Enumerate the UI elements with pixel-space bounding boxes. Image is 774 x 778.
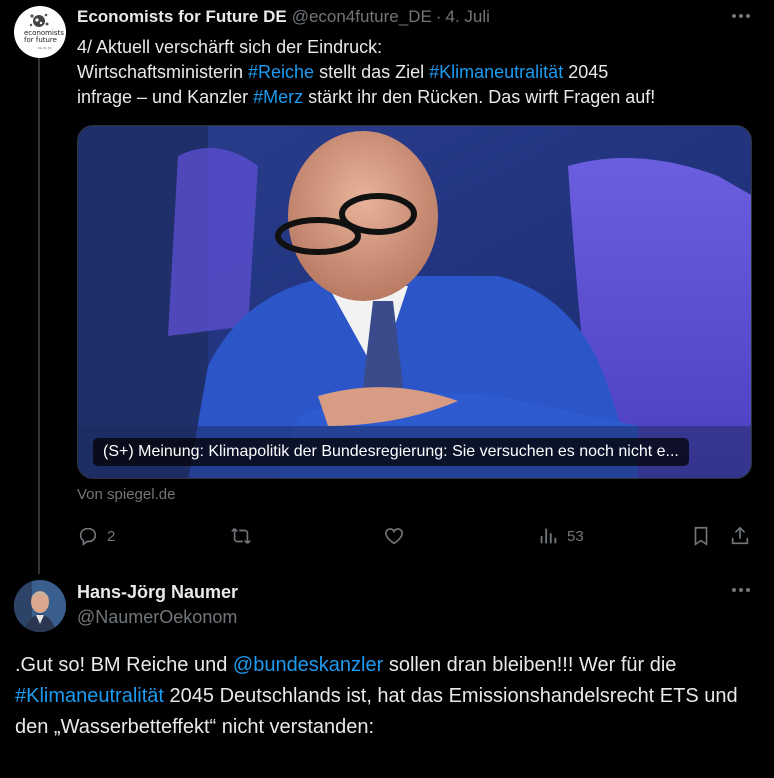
reply-button[interactable]: 2 <box>77 523 115 549</box>
reply-icon <box>79 527 97 546</box>
share-icon <box>731 526 749 545</box>
politician-photo <box>78 126 751 478</box>
tweet-text: .Gut so! BM Reiche und @bundeskanzler so… <box>15 650 760 743</box>
views-count: 53 <box>567 527 584 545</box>
more-options-icon[interactable] <box>729 6 753 26</box>
link-card-image[interactable]: (S+) Meinung: Klimapolitik der Bundesreg… <box>77 125 752 479</box>
link-source[interactable]: Von spiegel.de <box>77 486 175 503</box>
like-button[interactable] <box>383 523 413 549</box>
views-button[interactable]: 53 <box>537 523 584 549</box>
tweet-text-segment: sollen dran bleiben!!! Wer für die <box>383 654 677 676</box>
tweet-text-segment: stellt das Ziel <box>314 62 430 82</box>
tweet-text-segment: Wirtschaftsministerin <box>77 62 249 82</box>
mention-link[interactable]: @bundeskanzler <box>233 654 383 676</box>
avatar-logo-small-text: DE 2C 4S <box>38 46 52 50</box>
globe-dots-icon <box>29 13 49 27</box>
more-options-icon[interactable] <box>729 580 753 600</box>
hashtag-link[interactable]: #Klimaneutralität <box>429 62 563 82</box>
tweet-text-segment: stärkt ihr den Rücken. Das wirft Fragen … <box>303 87 656 107</box>
author-name[interactable]: Economists for Future DE <box>77 7 287 27</box>
tweet-actions-bar: 2 53 <box>77 523 757 549</box>
bookmark-button[interactable] <box>690 523 712 549</box>
heart-icon <box>384 528 404 545</box>
author-handle[interactable]: @econ4future_DE <box>292 7 432 27</box>
profile-photo <box>14 580 66 632</box>
tweet-text-segment: infrage – und Kanzler <box>77 87 254 107</box>
tweet-header: Economists for Future DE @econ4future_DE… <box>77 6 490 28</box>
author-name[interactable]: Hans-Jörg Naumer <box>77 582 238 603</box>
thread-connector-line <box>38 58 40 574</box>
header-separator: · <box>435 7 442 26</box>
bookmark-icon <box>694 526 708 546</box>
tweet-economists-for-future[interactable]: economists for future DE 2C 4S Economist… <box>0 0 774 575</box>
tweet-text-line: 4/ Aktuell verschärft sich der Eindruck: <box>77 37 383 57</box>
tweet-text-segment: 2045 <box>563 62 609 82</box>
share-button[interactable] <box>729 523 751 549</box>
retweet-icon <box>231 528 251 544</box>
tweet-text: 4/ Aktuell verschärft sich der Eindruck:… <box>77 35 757 110</box>
retweet-button[interactable] <box>229 523 261 549</box>
tweet-date[interactable]: 4. Juli <box>445 7 489 27</box>
hashtag-link[interactable]: #Reiche <box>248 62 314 82</box>
avatar-economists-for-future[interactable]: economists for future DE 2C 4S <box>14 6 66 58</box>
bar-chart-icon <box>540 528 557 544</box>
author-handle[interactable]: @NaumerOekonom <box>77 607 237 628</box>
link-card-caption[interactable]: (S+) Meinung: Klimapolitik der Bundesreg… <box>93 438 689 466</box>
tweet-text-segment: .Gut so! BM Reiche und <box>15 654 233 676</box>
hashtag-link[interactable]: #Klimaneutralität <box>15 685 164 707</box>
avatar-hans-joerg-naumer[interactable] <box>14 580 66 632</box>
reply-count: 2 <box>107 527 116 545</box>
hashtag-link[interactable]: #Merz <box>253 87 303 107</box>
avatar-logo-text: economists for future <box>24 29 64 44</box>
